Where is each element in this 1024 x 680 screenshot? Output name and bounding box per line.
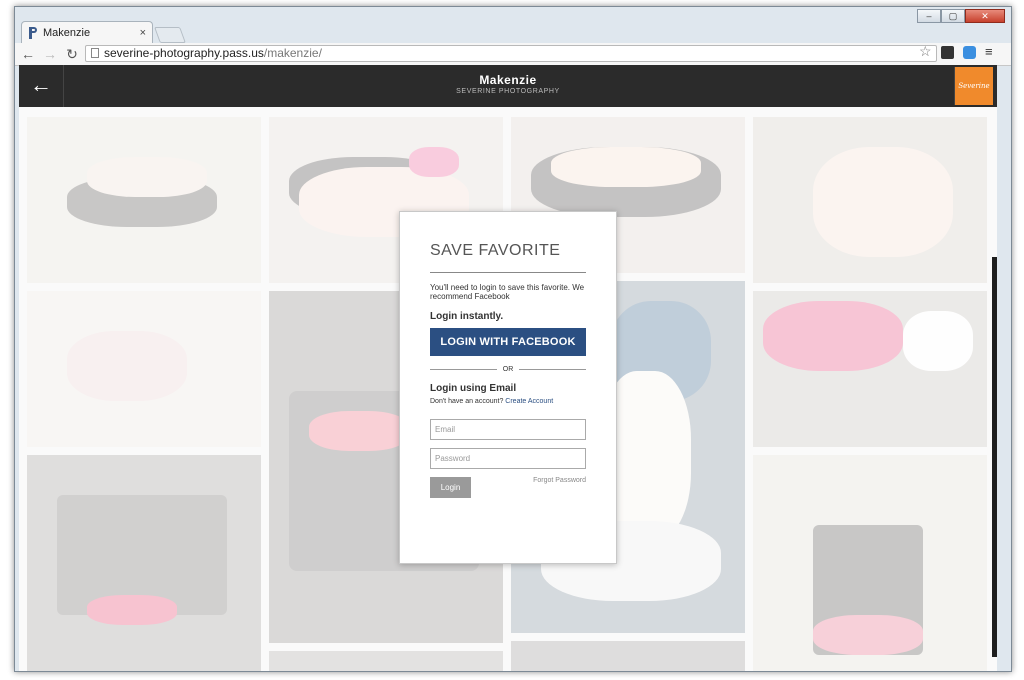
tab-title: Makenzie: [43, 26, 91, 39]
back-arrow-icon[interactable]: ←: [19, 45, 37, 63]
forward-arrow-icon[interactable]: →: [41, 45, 59, 63]
scrollbar[interactable]: [992, 257, 997, 657]
forgot-password-link[interactable]: Forgot Password: [533, 477, 586, 484]
login-actions: Login Forgot Password: [430, 477, 586, 499]
menu-icon[interactable]: ≡: [985, 44, 993, 59]
minimize-button[interactable]: ‒: [917, 9, 941, 23]
login-instantly-heading: Login instantly.: [430, 311, 504, 322]
login-note: You'll need to login to save this favori…: [430, 283, 585, 301]
new-tab-button[interactable]: [154, 27, 186, 43]
page-icon: [91, 48, 99, 58]
email-login-heading: Login using Email: [430, 383, 517, 394]
password-field[interactable]: Password: [430, 448, 586, 469]
bookmark-star-icon[interactable]: ☆: [919, 43, 932, 60]
dialog-title: SAVE FAVORITE: [430, 242, 561, 259]
tab-close-icon[interactable]: ×: [140, 27, 146, 39]
address-bar[interactable]: severine-photography.pass.us/makenzie/: [85, 45, 937, 62]
browser-toolbar: ← → ↻ severine-photography.pass.us/maken…: [15, 43, 1011, 66]
extension-icon[interactable]: [941, 46, 954, 59]
maximize-button[interactable]: ▢: [941, 9, 965, 23]
brand-logo[interactable]: Severine: [954, 67, 993, 105]
save-favorite-dialog: SAVE FAVORITE You'll need to login to sa…: [399, 211, 617, 564]
divider: [430, 369, 497, 370]
url-path: /makenzie/: [263, 46, 322, 60]
gallery-subtitle: SEVERINE PHOTOGRAPHY: [456, 88, 560, 95]
pass-favicon-icon: [28, 26, 38, 39]
url-host: severine-photography.pass.us: [104, 46, 264, 60]
reload-icon[interactable]: ↻: [63, 45, 81, 63]
divider: [519, 369, 586, 370]
window-controls: ‒ ▢ ✕: [917, 9, 1005, 23]
browser-tab[interactable]: Makenzie ×: [21, 21, 153, 43]
extension-cloud-icon[interactable]: [963, 46, 976, 59]
email-field[interactable]: Email: [430, 419, 586, 440]
create-account-line: Don't have an account? Create Account: [430, 398, 586, 405]
no-account-text: Don't have an account?: [430, 398, 504, 405]
app-header: ← Makenzie SEVERINE PHOTOGRAPHY Severine: [19, 65, 997, 107]
close-window-button[interactable]: ✕: [965, 9, 1005, 23]
or-separator: OR: [430, 366, 586, 373]
gallery-title: Makenzie: [479, 73, 537, 87]
browser-window: ‒ ▢ ✕ Makenzie × ← → ↻ severine-photogra…: [14, 6, 1012, 672]
divider: [430, 272, 586, 273]
or-label: OR: [502, 366, 514, 373]
login-with-facebook-button[interactable]: LOGIN WITH FACEBOOK: [430, 328, 586, 356]
login-button[interactable]: Login: [430, 477, 471, 498]
create-account-link[interactable]: Create Account: [505, 398, 553, 405]
